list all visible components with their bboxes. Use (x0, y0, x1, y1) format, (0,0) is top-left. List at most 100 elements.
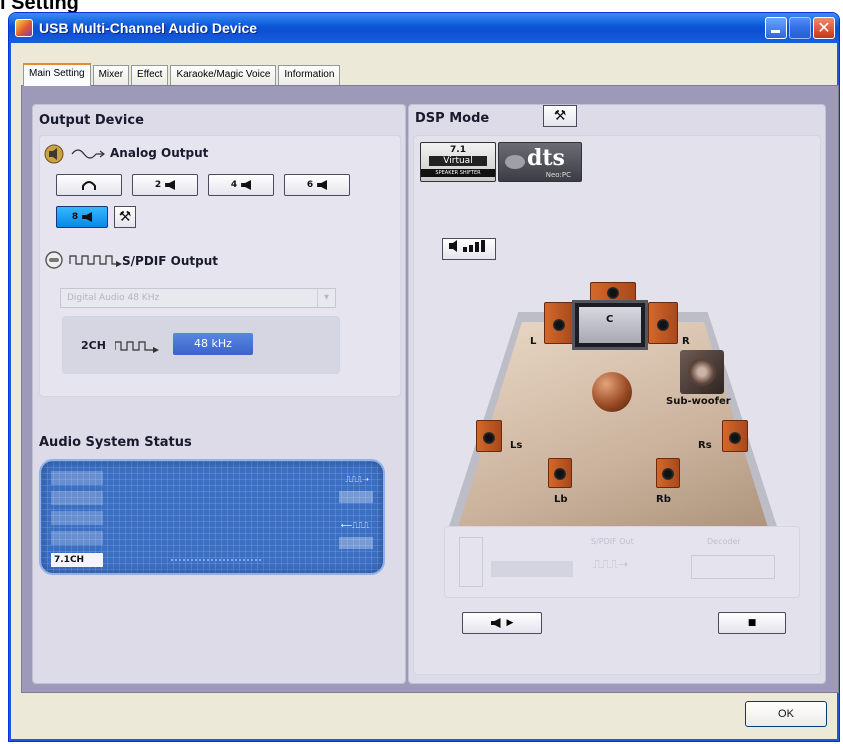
speaker-test-play-button[interactable]: ▶ (462, 612, 542, 634)
center-tv (572, 300, 648, 350)
right-panel: DSP Mode ⚒ 7.1 Virtual SPEAKER SHIFTER d… (408, 104, 826, 684)
signal-divider (171, 559, 261, 561)
speaker-8ch-button[interactable]: 8 (56, 206, 108, 228)
speaker-right-label: R (682, 336, 690, 347)
speaker-rs-label: Rs (698, 440, 712, 451)
analog-wave-icon (71, 149, 105, 159)
speaker-4ch-label: 4 (230, 180, 238, 190)
dsp-mode-title: DSP Mode (415, 111, 490, 126)
pc-tower-icon (459, 537, 483, 587)
speaker-2ch-button[interactable]: 2 (132, 174, 198, 196)
app-icon (15, 19, 33, 37)
virtual-71-button[interactable]: 7.1 Virtual SPEAKER SHIFTER (420, 142, 496, 182)
wrench-icon: ⚒ (553, 108, 567, 124)
spdif-signal-chain: S/PDIF Out ⎍⎍⎍➝ Decoder (444, 526, 800, 598)
virtual-71-line1: 7.1 (450, 145, 466, 155)
sample-rate-chip: 48 kHz (173, 333, 253, 355)
speaker-6ch-button[interactable]: 6 (284, 174, 350, 196)
channel-format-label: 2CH (81, 339, 106, 352)
decoder-label: Decoder (707, 537, 741, 546)
speaker-right[interactable] (648, 302, 678, 344)
tab-main-setting[interactable]: Main Setting (23, 63, 91, 86)
subwoofer-label: Sub-woofer (666, 396, 731, 407)
status-slot (339, 491, 373, 503)
dsp-settings-button[interactable]: ⚒ (543, 105, 577, 127)
listener-position[interactable] (592, 372, 632, 412)
minimize-button[interactable] (765, 17, 787, 39)
status-slot (51, 491, 103, 505)
app-window: USB Multi-Channel Audio Device ✕ Main Se… (8, 12, 840, 742)
status-slot (51, 471, 103, 485)
speaker-test-level-button[interactable] (442, 238, 496, 260)
spdif-format-value: Digital Audio 48 KHz (67, 293, 160, 303)
virtual-71-line3: SPEAKER SHIFTER (421, 169, 495, 177)
wrench-icon: ⚒ (118, 209, 132, 225)
tab-information[interactable]: Information (278, 65, 341, 85)
dts-logo: dts (527, 145, 565, 171)
stop-button[interactable]: ■ (718, 612, 786, 634)
output-device-box: Analog Output 2 4 6 8 ⚒ S/PDIF Output Di… (39, 135, 401, 397)
virtual-71-line2: Virtual (429, 156, 487, 166)
audio-status-display: 7.1CH ⎍⎍⎍➝ ⟵⎍⎍⎍ (39, 459, 385, 575)
tab-mixer[interactable]: Mixer (92, 65, 130, 85)
play-icon: ▶ (506, 618, 514, 628)
digital-signal-icon: ⎍⎍⎍➝ (593, 557, 629, 571)
speaker-lb-label: Lb (554, 494, 568, 505)
speaker-left-surround[interactable] (476, 420, 502, 452)
speaker-left-back[interactable] (548, 458, 572, 488)
close-button[interactable]: ✕ (813, 17, 835, 39)
speaker-volume-icon[interactable] (44, 144, 66, 164)
status-slot (51, 531, 103, 545)
headphone-button[interactable] (56, 174, 122, 196)
spdif-format-dropdown[interactable]: Digital Audio 48 KHz ▾ (60, 288, 336, 308)
speaker-left-label: L (530, 336, 537, 347)
speaker-config-button[interactable]: ⚒ (114, 206, 136, 228)
speaker-ls-label: Ls (510, 440, 523, 451)
speaker-icon (241, 180, 252, 190)
maximize-button[interactable] (789, 17, 811, 39)
speaker-right-surround[interactable] (722, 420, 748, 452)
tab-bar: Main Setting Mixer Effect Karaoke/Magic … (23, 63, 342, 86)
output-device-title: Output Device (39, 113, 144, 128)
speaker-right-back[interactable] (656, 458, 680, 488)
digital-wave-icon (69, 255, 122, 267)
dts-disc-icon (505, 155, 525, 169)
speaker-2ch-label: 2 (154, 180, 162, 190)
left-panel: Output Device Analog Output 2 4 6 8 ⚒ S/… (32, 104, 406, 684)
speaker-center-label: C (606, 314, 614, 325)
stop-icon: ■ (747, 618, 757, 628)
speaker-left[interactable] (544, 302, 574, 344)
audio-status-title: Audio System Status (39, 435, 192, 450)
speaker-icon (490, 618, 501, 628)
spdif-output-label: S/PDIF Output (122, 254, 218, 268)
speaker-6ch-label: 6 (306, 180, 314, 190)
tab-effect[interactable]: Effect (131, 65, 169, 85)
window-title: USB Multi-Channel Audio Device (39, 20, 258, 36)
speaker-icon (82, 212, 93, 222)
status-slot (51, 511, 103, 525)
decoder-icon (691, 555, 775, 579)
spdif-rate-box: 2CH 48 kHz (62, 316, 340, 374)
speaker-4ch-button[interactable]: 4 (208, 174, 274, 196)
main-setting-pane: Output Device Analog Output 2 4 6 8 ⚒ S/… (21, 85, 839, 693)
analog-output-label: Analog Output (110, 146, 209, 160)
headphone-icon (82, 181, 96, 190)
source-slot (491, 561, 573, 577)
speaker-rb-label: Rb (656, 494, 671, 505)
tab-karaoke[interactable]: Karaoke/Magic Voice (170, 65, 277, 85)
spdif-out-label: S/PDIF Out (591, 537, 634, 546)
spdif-toggle-icon[interactable] (44, 250, 64, 270)
status-slot (339, 537, 373, 549)
speaker-icon (165, 180, 176, 190)
output-wave-icon: ⎍⎍⎍➝ (345, 475, 369, 484)
channel-status: 7.1CH (51, 553, 103, 567)
input-wave-icon: ⟵⎍⎍⎍ (340, 521, 369, 530)
dts-neo-pc-button[interactable]: dts Neo:PC (498, 142, 582, 182)
chevron-down-icon[interactable]: ▾ (317, 289, 335, 307)
subwoofer[interactable] (680, 350, 724, 394)
speaker-center-top[interactable] (590, 282, 636, 302)
title-bar[interactable]: USB Multi-Channel Audio Device ✕ (9, 13, 839, 43)
volume-bars-icon (449, 240, 485, 252)
ok-button[interactable]: OK (745, 701, 827, 727)
speaker-icon (317, 180, 328, 190)
